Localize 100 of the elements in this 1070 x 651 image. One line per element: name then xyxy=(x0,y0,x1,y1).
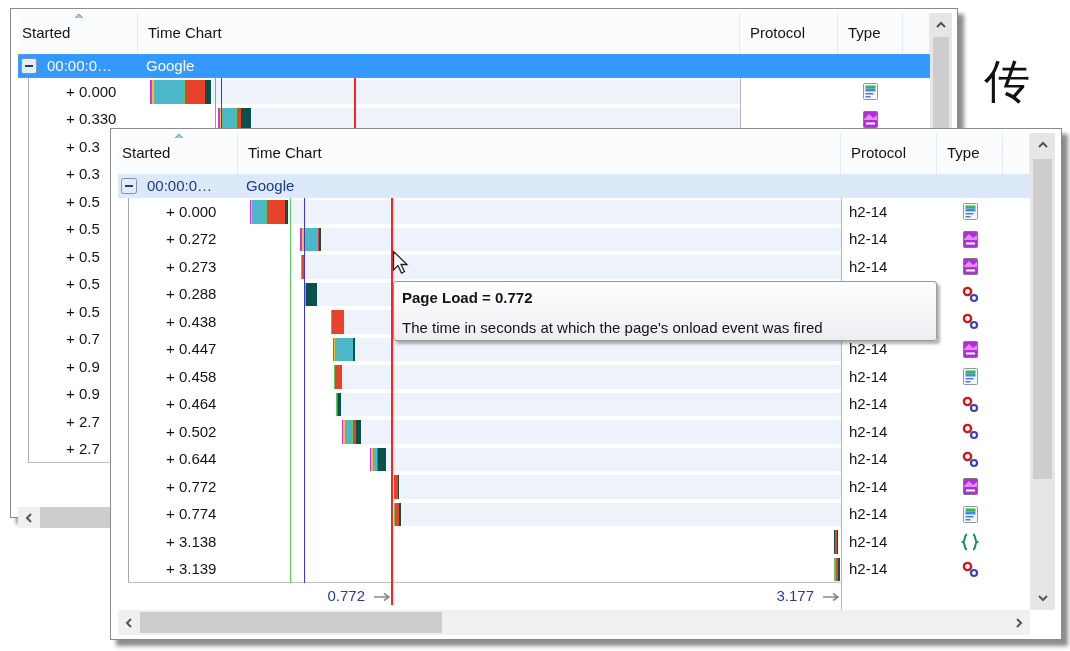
timing-bar xyxy=(336,392,341,416)
group-name: Google xyxy=(246,175,295,196)
arrow-icon xyxy=(822,591,839,602)
protocol-text: h2-14 xyxy=(849,559,888,579)
circles-icon xyxy=(961,423,979,441)
start-time: + 0.774 xyxy=(166,504,217,524)
braces-icon xyxy=(961,532,979,551)
timing-bar xyxy=(331,310,344,334)
timing-bar xyxy=(300,227,321,251)
timing-bar xyxy=(342,420,361,444)
timing-bar xyxy=(150,80,211,104)
start-time: + 0.7 xyxy=(66,329,100,349)
start-time: + 0.9 xyxy=(66,356,100,377)
protocol-text: h2-14 xyxy=(849,201,888,222)
protocol-text: h2-14 xyxy=(849,394,888,414)
tooltip-text: The time in seconds at which the page's onload event was fired xyxy=(402,317,824,338)
start-time: + 0.5 xyxy=(66,219,100,239)
circles-icon xyxy=(961,285,979,303)
column-header[interactable]: Type xyxy=(848,22,881,45)
timing-bar xyxy=(250,200,288,224)
start-time: + 0.272 xyxy=(166,229,217,249)
start-time: + 0.5 xyxy=(66,246,100,267)
start-time: + 0.772 xyxy=(166,476,217,497)
protocol-text: h2-14 xyxy=(849,366,888,387)
column-header[interactable]: Started xyxy=(122,142,171,165)
scroll-left-icon[interactable] xyxy=(123,616,135,629)
start-time: + 0.000 xyxy=(166,201,217,222)
group-name: Google xyxy=(146,55,195,76)
start-time: + 0.3 xyxy=(66,164,100,184)
image-icon xyxy=(961,257,979,277)
timing-bar xyxy=(333,337,355,361)
cursor-icon xyxy=(392,250,409,275)
vertical-scrollbar[interactable] xyxy=(1030,133,1055,610)
column-header[interactable]: Time Chart xyxy=(248,142,322,165)
document-icon xyxy=(961,367,979,387)
start-time: + 0.502 xyxy=(166,421,217,442)
start-time: + 2.7 xyxy=(66,439,100,459)
image-icon xyxy=(961,339,979,359)
circles-icon xyxy=(961,450,979,468)
circles-icon xyxy=(961,560,979,578)
start-time: + 3.139 xyxy=(166,559,217,579)
protocol-text: h2-14 xyxy=(849,256,888,277)
start-time: + 3.138 xyxy=(166,531,217,552)
column-header[interactable]: Type xyxy=(947,142,980,165)
start-time: + 0.458 xyxy=(166,366,217,387)
marker-label: 0.772 xyxy=(327,586,365,607)
protocol-text: h2-14 xyxy=(849,229,888,249)
protocol-text: h2-14 xyxy=(849,421,888,442)
column-header[interactable]: Protocol xyxy=(851,142,907,165)
scroll-down-icon[interactable] xyxy=(1035,592,1050,604)
start-time: + 0.438 xyxy=(166,311,217,332)
timing-bar xyxy=(394,475,399,499)
image-icon xyxy=(961,229,979,249)
start-time: + 0.5 xyxy=(66,191,100,212)
collapse-icon[interactable] xyxy=(21,58,37,74)
collapse-icon[interactable] xyxy=(121,178,137,194)
document-icon xyxy=(961,504,979,524)
scrollbar-thumb[interactable] xyxy=(140,612,442,633)
start-time: + 0.273 xyxy=(166,256,217,277)
start-time: + 0.447 xyxy=(166,339,217,359)
protocol-text: h2-14 xyxy=(849,449,888,469)
scroll-right-icon[interactable] xyxy=(1013,616,1025,629)
tooltip-title: Page Load = 0.772 xyxy=(402,288,534,308)
circles-icon xyxy=(961,395,979,413)
scrollbar-thumb[interactable] xyxy=(1033,159,1052,479)
protocol-text: h2-14 xyxy=(849,339,888,359)
start-time: + 0.5 xyxy=(66,274,100,294)
start-time: + 0.5 xyxy=(66,301,100,322)
protocol-text: h2-14 xyxy=(849,504,888,524)
timing-bar xyxy=(305,282,317,306)
start-time: + 0.464 xyxy=(166,394,217,414)
timing-bar xyxy=(334,365,342,389)
start-time: + 0.000 xyxy=(66,81,117,102)
sort-caret-icon xyxy=(74,13,84,19)
column-header[interactable]: Protocol xyxy=(750,22,806,45)
horizontal-scrollbar[interactable] xyxy=(18,507,110,528)
timing-bar xyxy=(834,557,840,581)
sort-caret-icon xyxy=(174,133,184,139)
scrollbar-thumb[interactable] xyxy=(40,507,110,528)
protocol-text: h2-14 xyxy=(849,531,888,552)
circles-icon xyxy=(961,313,979,331)
document-icon xyxy=(961,202,979,222)
scroll-left-icon[interactable] xyxy=(23,511,35,524)
start-time: + 0.3 xyxy=(66,136,100,157)
document-icon xyxy=(862,82,879,102)
start-time: + 0.644 xyxy=(166,449,217,469)
column-header[interactable]: Time Chart xyxy=(148,22,222,45)
group-time: 00:00:0… xyxy=(147,175,213,196)
start-time: + 2.7 xyxy=(66,411,100,432)
start-time: + 0.288 xyxy=(166,284,217,304)
start-time: + 0.330 xyxy=(66,109,117,129)
image-icon xyxy=(961,477,979,497)
group-time: 00:00:0… xyxy=(47,55,113,76)
horizontal-scrollbar[interactable] xyxy=(118,610,1030,635)
column-header[interactable]: Started xyxy=(22,22,71,45)
marker-label: 3.177 xyxy=(776,586,814,607)
start-time: + 0.9 xyxy=(66,384,100,404)
background-text: 传 xyxy=(984,58,1030,104)
protocol-text: h2-14 xyxy=(849,476,888,497)
group-row[interactable]: 00:00:0… Google xyxy=(118,174,1030,198)
